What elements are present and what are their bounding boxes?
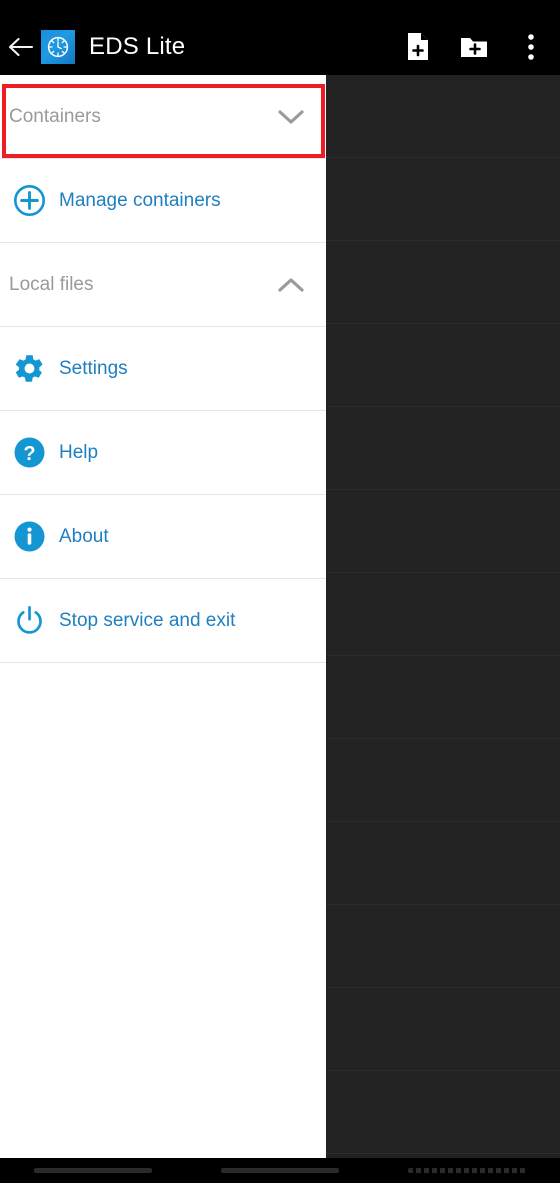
more-vert-icon bbox=[528, 33, 534, 60]
overflow-menu-button[interactable] bbox=[502, 18, 560, 75]
background-list-row bbox=[326, 822, 560, 905]
help-circle-icon: ? bbox=[13, 436, 46, 469]
background-list-row bbox=[326, 573, 560, 656]
background-list-row bbox=[326, 739, 560, 822]
new-folder-button[interactable] bbox=[446, 18, 502, 75]
eds-app-icon bbox=[41, 29, 75, 64]
sidebar-section-local-files-label: Local files bbox=[9, 273, 94, 295]
sidebar-section-local-files[interactable]: Local files bbox=[0, 243, 326, 326]
nav-back-button[interactable] bbox=[34, 1168, 153, 1173]
folder-plus-icon bbox=[461, 37, 487, 57]
background-list-row bbox=[326, 324, 560, 407]
background-list-row bbox=[326, 241, 560, 324]
nav-recents-button[interactable] bbox=[407, 1168, 526, 1173]
arrow-back-icon bbox=[8, 37, 34, 56]
app-bar: EDS Lite bbox=[0, 18, 560, 75]
sidebar-item-about[interactable]: About bbox=[0, 495, 326, 578]
background-list-row bbox=[326, 75, 560, 158]
background-list-row bbox=[326, 490, 560, 573]
background-list-row bbox=[326, 407, 560, 490]
sidebar-item-stop-service[interactable]: Stop service and exit bbox=[0, 579, 326, 662]
nav-home-button[interactable] bbox=[220, 1168, 339, 1173]
status-bar bbox=[0, 0, 560, 18]
background-list-row bbox=[326, 988, 560, 1071]
manage-containers-item[interactable]: Manage containers bbox=[0, 159, 326, 242]
sidebar-item-stop-service-label: Stop service and exit bbox=[59, 609, 236, 631]
sidebar-item-help-label: Help bbox=[59, 441, 99, 463]
sidebar-section-containers-label: Containers bbox=[9, 105, 101, 127]
divider bbox=[0, 662, 326, 663]
power-icon bbox=[13, 604, 46, 637]
app-screen: EDS Lite Containers Manage containers Lo… bbox=[0, 0, 560, 1183]
plus-circle-icon bbox=[13, 184, 46, 217]
file-plus-icon bbox=[408, 33, 428, 60]
chevron-down-icon bbox=[264, 108, 318, 126]
background-list-row bbox=[326, 656, 560, 739]
content-scrim[interactable] bbox=[326, 75, 560, 1158]
manage-containers-label: Manage containers bbox=[59, 189, 221, 211]
sidebar-item-settings-label: Settings bbox=[59, 357, 128, 379]
sidebar-item-settings[interactable]: Settings bbox=[0, 327, 326, 410]
background-list-row bbox=[326, 1071, 560, 1154]
back-button[interactable] bbox=[2, 24, 40, 70]
new-file-button[interactable] bbox=[390, 18, 446, 75]
sidebar-item-help[interactable]: ? Help bbox=[0, 411, 326, 494]
navigation-drawer: Containers Manage containers Local files… bbox=[0, 75, 326, 1158]
gear-icon bbox=[13, 352, 46, 385]
svg-text:?: ? bbox=[23, 443, 35, 465]
system-navigation-bar bbox=[0, 1158, 560, 1183]
background-list-row bbox=[326, 905, 560, 988]
clock-dial-icon bbox=[47, 36, 69, 57]
sidebar-section-containers[interactable]: Containers bbox=[0, 75, 326, 158]
info-circle-icon bbox=[13, 520, 46, 553]
sidebar-item-about-label: About bbox=[59, 525, 109, 547]
chevron-up-icon bbox=[264, 276, 318, 294]
background-list-row bbox=[326, 158, 560, 241]
app-bar-actions bbox=[390, 18, 560, 75]
app-title: EDS Lite bbox=[89, 32, 186, 60]
